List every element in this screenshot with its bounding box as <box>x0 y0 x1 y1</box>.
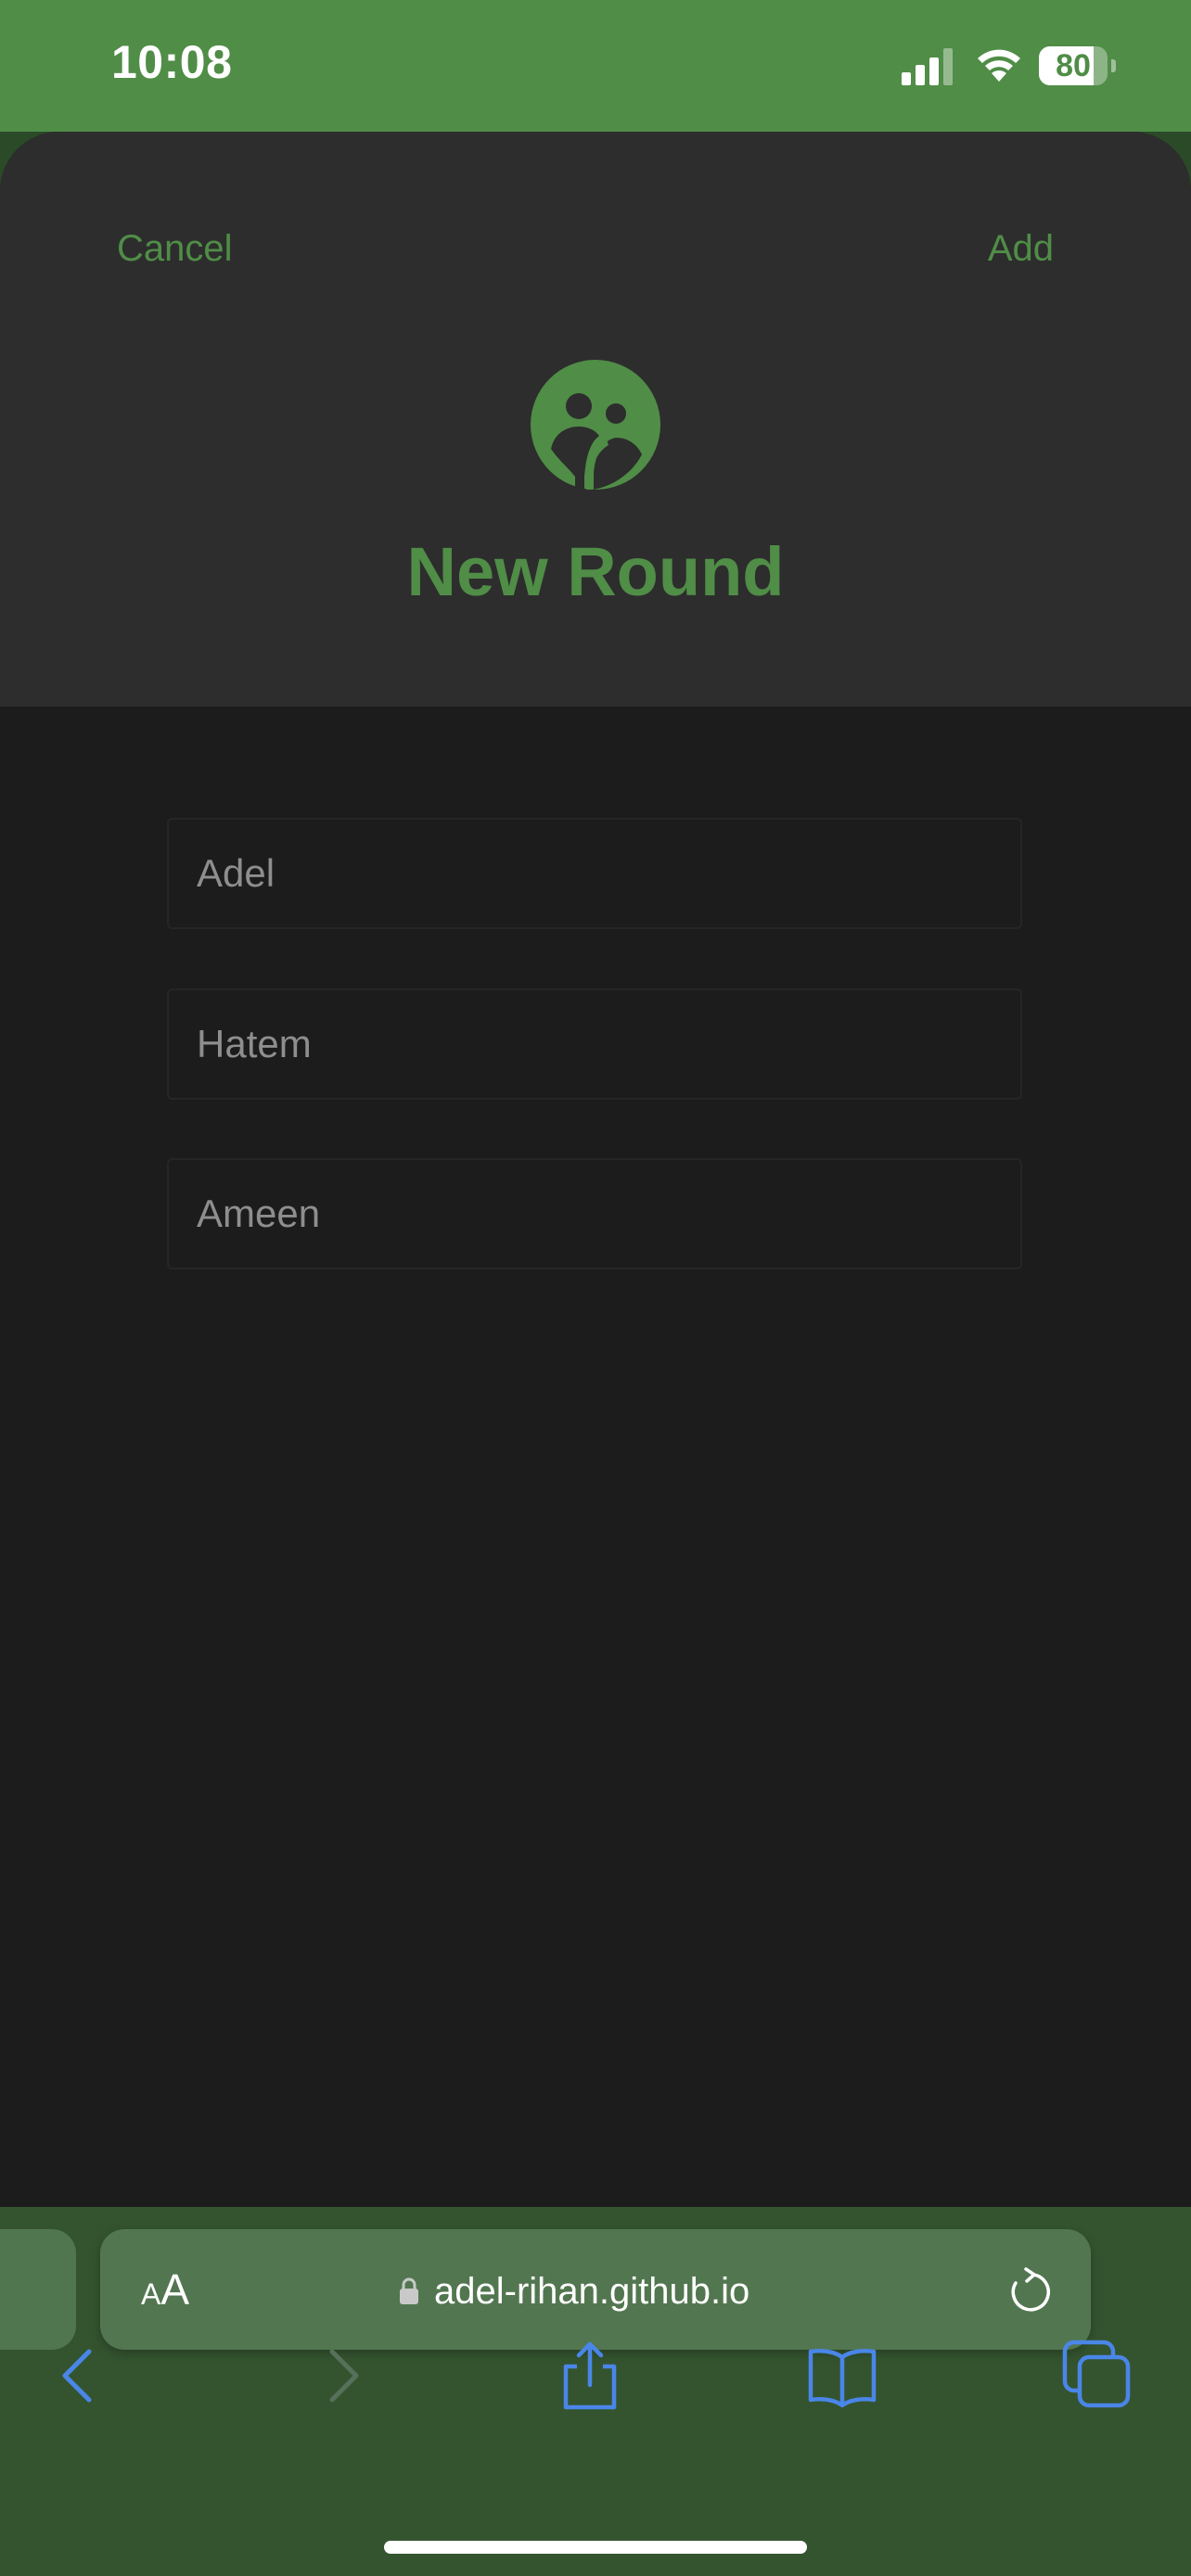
wifi-icon <box>978 49 1020 82</box>
sheet-header: Cancel Add New Round <box>0 132 1191 707</box>
reload-icon[interactable] <box>1004 2266 1052 2315</box>
text-size-small-a: A <box>141 2277 161 2311</box>
player-name-field-3[interactable] <box>167 1158 1022 1269</box>
share-icon[interactable] <box>553 2339 627 2413</box>
status-bar: 10:08 80 <box>0 0 1191 132</box>
back-icon[interactable] <box>45 2339 119 2413</box>
add-button[interactable]: Add <box>988 228 1054 270</box>
people-icon <box>531 360 660 490</box>
status-time: 10:08 <box>111 36 233 88</box>
battery-icon: 80 <box>1039 46 1117 85</box>
page-title: New Round <box>406 533 785 610</box>
url-text: adel-rihan.github.io <box>434 2270 750 2312</box>
tabs-icon[interactable] <box>1059 2339 1133 2413</box>
browser-toolbar: AA adel-rihan.github.io <box>0 2207 1191 2576</box>
cancel-button[interactable]: Cancel <box>117 228 233 270</box>
cellular-signal-icon <box>902 48 953 85</box>
new-round-sheet: Cancel Add New Round <box>0 132 1191 2207</box>
previous-tab-preview[interactable] <box>0 2229 76 2350</box>
player-name-field-1[interactable] <box>167 818 1022 929</box>
battery-body: 80 <box>1039 46 1108 85</box>
player-name-field-2[interactable] <box>167 988 1022 1100</box>
text-size-button[interactable]: AA <box>141 2264 189 2315</box>
battery-level: 80 <box>1056 48 1091 83</box>
lock-icon <box>400 2277 418 2304</box>
url-display[interactable]: adel-rihan.github.io <box>399 2268 749 2315</box>
bookmarks-icon[interactable] <box>805 2339 879 2413</box>
address-bar[interactable]: AA adel-rihan.github.io <box>100 2229 1091 2350</box>
text-size-large-a: A <box>160 2265 190 2314</box>
forward-icon[interactable] <box>302 2339 377 2413</box>
battery-cap <box>1111 59 1116 72</box>
home-indicator[interactable] <box>384 2541 807 2554</box>
